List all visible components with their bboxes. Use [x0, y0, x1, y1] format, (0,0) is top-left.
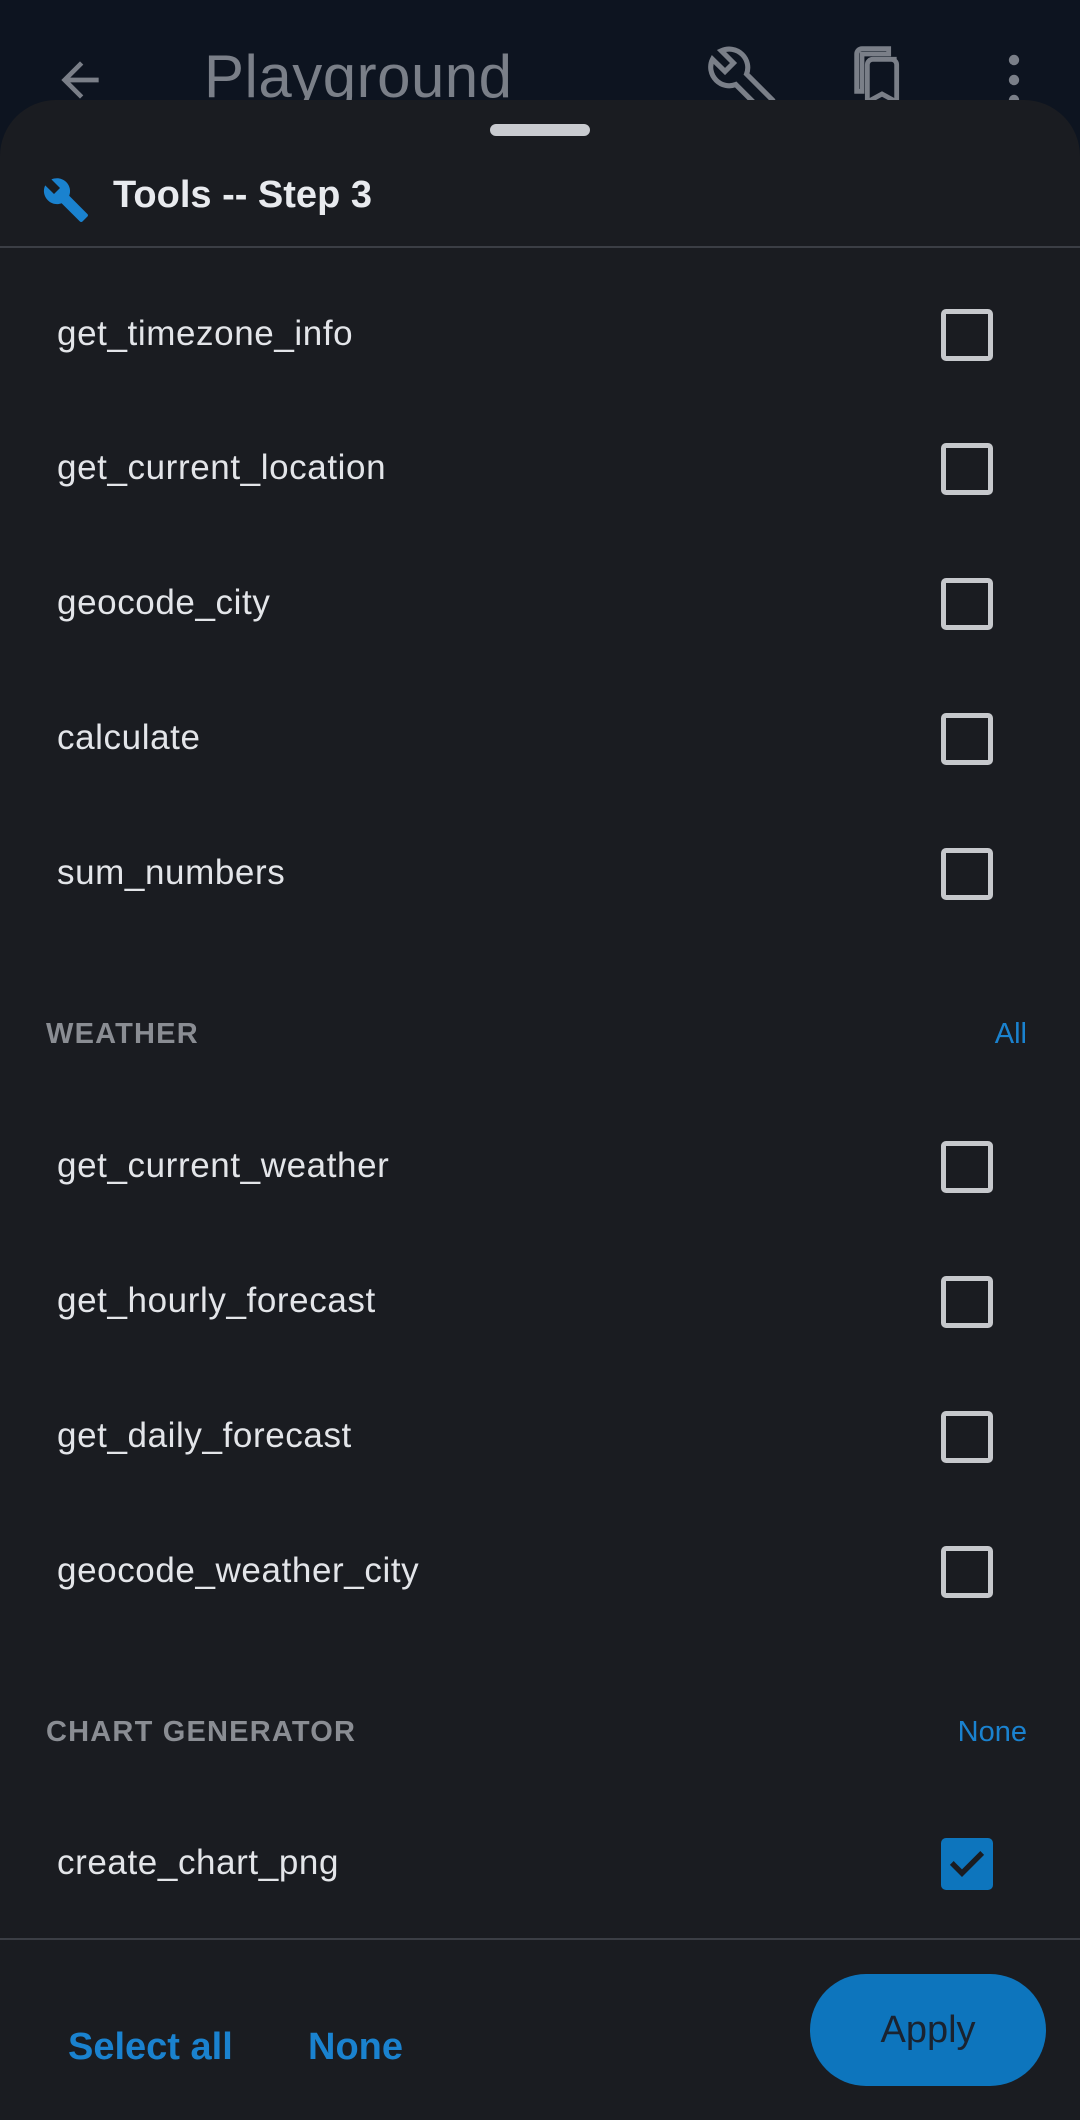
section-header-weather: WEATHER All: [0, 1006, 1080, 1066]
tool-label: geocode_city: [57, 583, 271, 622]
section-label: CHART GENERATOR: [46, 1716, 357, 1748]
section-header-chart-generator: CHART GENERATOR None: [0, 1704, 1080, 1764]
select-all-weather-link[interactable]: All: [995, 1018, 1027, 1051]
tool-row[interactable]: get_hourly_forecast: [0, 1235, 1080, 1369]
tool-checkbox[interactable]: [941, 1141, 993, 1193]
select-none-button[interactable]: None: [308, 2026, 403, 2069]
tool-checkbox[interactable]: [941, 578, 993, 630]
tool-label: get_current_weather: [57, 1146, 390, 1185]
tool-row[interactable]: get_timezone_info: [0, 268, 1080, 402]
tool-row[interactable]: get_current_weather: [0, 1100, 1080, 1234]
tool-checkbox[interactable]: [941, 1546, 993, 1598]
tool-label: get_hourly_forecast: [57, 1281, 376, 1320]
tool-label: sum_numbers: [57, 853, 286, 892]
tool-row[interactable]: get_current_location: [0, 402, 1080, 536]
tool-checkbox[interactable]: [941, 309, 993, 361]
tool-label: get_daily_forecast: [57, 1416, 352, 1455]
sheet-header: Tools -- Step 3: [0, 168, 1080, 248]
tool-checkbox[interactable]: [941, 443, 993, 495]
tool-row[interactable]: sum_numbers: [0, 807, 1080, 941]
tool-checkbox[interactable]: [941, 1411, 993, 1463]
sheet-title: Tools -- Step 3: [113, 174, 372, 216]
header-divider: [0, 246, 1080, 248]
tool-row[interactable]: get_daily_forecast: [0, 1370, 1080, 1504]
tool-checkbox[interactable]: [941, 713, 993, 765]
apply-button[interactable]: Apply: [810, 1974, 1046, 2086]
section-label: WEATHER: [46, 1018, 199, 1050]
tool-row[interactable]: geocode_city: [0, 537, 1080, 671]
tool-label: get_timezone_info: [57, 314, 354, 353]
tool-label: get_current_location: [57, 448, 387, 487]
drag-handle[interactable]: [490, 124, 590, 136]
select-all-button[interactable]: Select all: [68, 2026, 233, 2069]
tool-checkbox[interactable]: [941, 848, 993, 900]
tool-label: calculate: [57, 718, 201, 757]
tools-bottom-sheet: Tools -- Step 3 get_timezone_info get_cu…: [0, 100, 1080, 2120]
tool-row[interactable]: geocode_weather_city: [0, 1505, 1080, 1639]
tool-checkbox[interactable]: [941, 1276, 993, 1328]
tool-label: geocode_weather_city: [57, 1551, 420, 1590]
tool-row[interactable]: calculate: [0, 672, 1080, 806]
select-none-chart-link[interactable]: None: [958, 1716, 1027, 1749]
wrench-icon: [43, 178, 88, 222]
